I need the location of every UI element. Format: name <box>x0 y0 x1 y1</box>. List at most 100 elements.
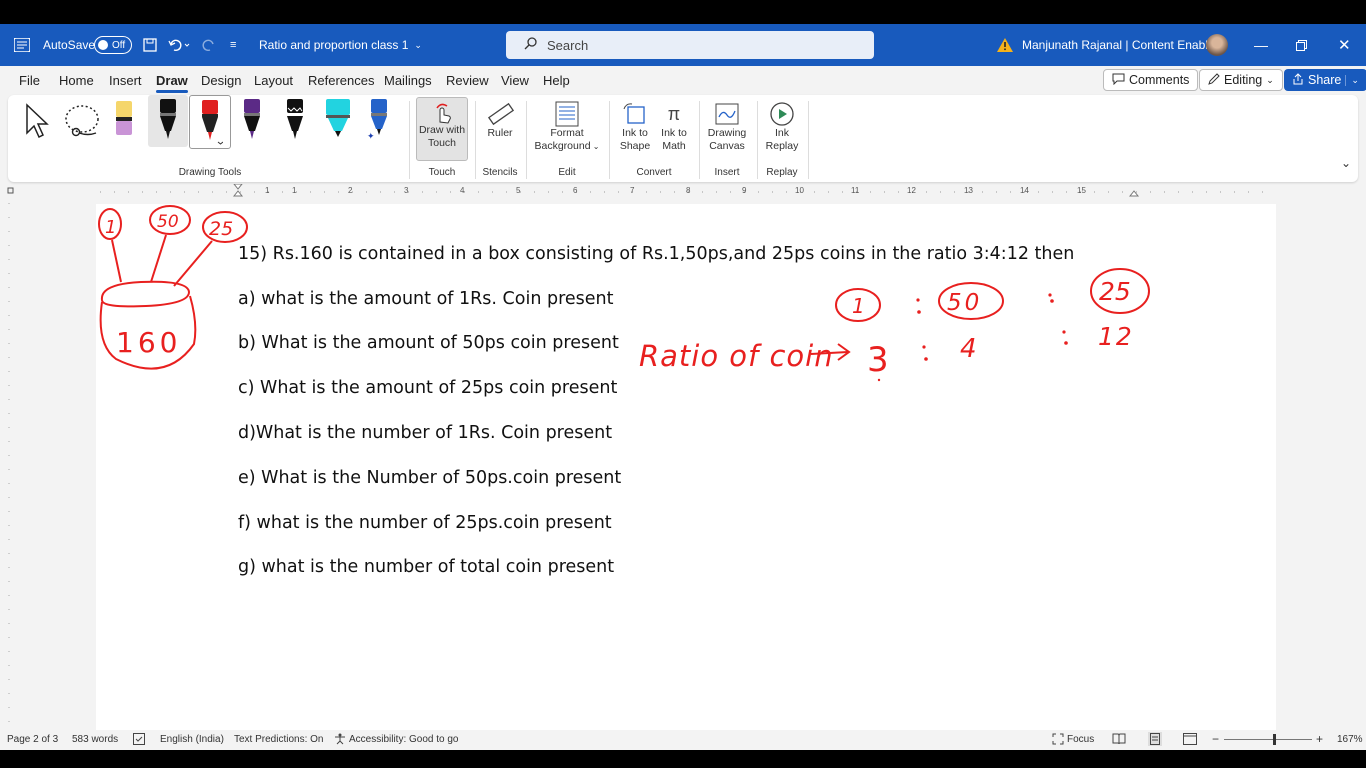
svg-text:✦: ✦ <box>367 131 375 141</box>
tab-references[interactable]: References <box>308 73 374 88</box>
ruler-button[interactable]: Ruler <box>480 101 520 140</box>
tab-draw[interactable]: Draw <box>156 73 188 93</box>
tab-mailings[interactable]: Mailings <box>384 73 432 88</box>
question-line[interactable]: f) what is the number of 25ps.coin prese… <box>238 513 612 533</box>
ruler-icon <box>480 101 520 127</box>
minimize-icon[interactable]: — <box>1254 24 1268 66</box>
text-predictions[interactable]: Text Predictions: On <box>234 734 323 745</box>
highlighter-cyan-icon[interactable] <box>324 99 352 141</box>
question-line[interactable]: g) what is the number of total coin pres… <box>238 557 614 577</box>
group-label-touch: Touch <box>428 167 456 178</box>
word-app-icon[interactable] <box>14 24 30 66</box>
highlighter-yellow-icon[interactable] <box>112 99 136 141</box>
format-background-icon <box>532 101 602 127</box>
customize-quick-access-icon[interactable]: ≡ <box>230 24 236 66</box>
document-page[interactable]: 15) Rs.160 is contained in a box consist… <box>96 204 1276 750</box>
autosave-toggle[interactable]: Off <box>94 24 132 66</box>
collapse-ribbon-icon[interactable]: ⌄ <box>1341 157 1351 170</box>
group-label-edit: Edit <box>558 167 576 178</box>
document-title[interactable]: Ratio and proportion class 1 ⌄ <box>259 24 422 66</box>
ink-to-math-label-1: Ink to <box>661 127 687 139</box>
comments-button[interactable]: Comments <box>1103 69 1199 91</box>
language[interactable]: English (India) <box>160 734 224 745</box>
web-layout-icon[interactable] <box>1183 733 1197 745</box>
ruler-number: 11 <box>851 186 860 195</box>
ink-annotations[interactable]: 1 50 25 160 1 50 25 Ratio of coin 3 4 12 <box>96 204 1276 404</box>
format-background-button[interactable]: Format Background ⌄ <box>532 101 602 153</box>
tab-review[interactable]: Review <box>446 73 489 88</box>
ruler-number: 14 <box>1020 186 1029 195</box>
ink-coin-label: 50 <box>157 212 179 232</box>
ink-to-shape-button[interactable]: Ink to Shape <box>615 101 655 153</box>
drawing-canvas-button[interactable]: Drawing Canvas <box>704 101 750 153</box>
ink-coin-label: 25 <box>209 218 233 240</box>
tab-design[interactable]: Design <box>201 73 241 88</box>
ribbon-separator <box>409 101 410 179</box>
pen-red-selected-icon[interactable] <box>189 95 231 149</box>
tab-help[interactable]: Help <box>543 73 570 88</box>
ruler-number: 2 <box>348 186 353 195</box>
format-background-label-2: Background <box>534 140 591 152</box>
ink-to-shape-label-2: Shape <box>619 140 651 152</box>
page-count[interactable]: Page 2 of 3 <box>7 734 58 745</box>
editing-mode-button[interactable]: Editing ⌄ <box>1199 69 1283 91</box>
word-window: AutoSave Off ≡ Ratio and proportion clas… <box>0 24 1366 750</box>
focus-icon[interactable] <box>1052 733 1064 745</box>
zoom-slider-thumb[interactable] <box>1273 734 1276 745</box>
share-icon <box>1292 72 1304 88</box>
ink-ratio-label: Ratio of coin <box>639 339 834 373</box>
zoom-out-button[interactable]: − <box>1212 732 1219 746</box>
comments-label: Comments <box>1129 73 1190 87</box>
zoom-slider[interactable] <box>1224 739 1312 740</box>
group-label-drawing-tools: Drawing Tools <box>178 167 242 178</box>
tab-layout[interactable]: Layout <box>254 73 293 88</box>
word-count[interactable]: 583 words <box>72 734 118 745</box>
zoom-in-button[interactable]: + <box>1316 732 1323 746</box>
chevron-down-icon: ⌄ <box>590 142 600 151</box>
undo-icon[interactable] <box>168 24 190 66</box>
ink-replay-button[interactable]: Ink Replay <box>762 101 802 153</box>
ruler-number: 9 <box>742 186 747 195</box>
save-icon[interactable] <box>143 24 157 66</box>
read-mode-icon[interactable] <box>1112 733 1126 745</box>
pen-black-1-icon[interactable] <box>148 95 188 147</box>
ruler-number: 15 <box>1077 186 1086 195</box>
share-button[interactable]: Share ⌄ <box>1284 69 1366 91</box>
question-line[interactable]: d)What is the number of 1Rs. Coin presen… <box>238 423 612 443</box>
redo-icon[interactable] <box>202 24 216 66</box>
draw-with-touch-label-2: Touch <box>427 137 457 149</box>
draw-with-touch-button[interactable]: Draw with Touch <box>416 97 468 161</box>
tab-insert[interactable]: Insert <box>109 73 142 88</box>
restore-icon[interactable] <box>1296 24 1307 66</box>
pen-black-2-icon[interactable] <box>284 99 306 141</box>
lasso-select-icon[interactable] <box>62 103 102 139</box>
accessibility-icon[interactable] <box>334 733 346 745</box>
tab-file[interactable]: File <box>19 73 40 88</box>
ink-to-math-button[interactable]: π Ink to Math <box>655 101 693 153</box>
pi-math-icon: π <box>667 104 681 124</box>
proofing-icon[interactable] <box>133 733 145 745</box>
user-name[interactable]: Manjunath Rajanal | Content Enablers <box>1022 24 1225 66</box>
question-line[interactable]: e) What is the Number of 50ps.coin prese… <box>238 468 621 488</box>
ruler-number: 4 <box>460 186 465 195</box>
select-tool-icon[interactable] <box>22 103 52 139</box>
close-icon[interactable]: ✕ <box>1338 24 1351 66</box>
user-avatar[interactable] <box>1206 24 1228 66</box>
print-layout-icon[interactable] <box>1148 732 1162 746</box>
zoom-level[interactable]: 167% <box>1337 734 1363 745</box>
tab-home[interactable]: Home <box>59 73 94 88</box>
tab-view[interactable]: View <box>501 73 529 88</box>
drawing-canvas-label-1: Drawing <box>707 127 747 139</box>
search-icon <box>524 37 537 53</box>
warning-icon[interactable] <box>997 24 1013 66</box>
pen-galaxy-blue-icon[interactable]: ✦ <box>367 99 391 141</box>
search-box[interactable]: Search <box>506 31 874 59</box>
focus-mode[interactable]: Focus <box>1067 734 1094 745</box>
ruler-number: 3 <box>404 186 409 195</box>
accessibility-status[interactable]: Accessibility: Good to go <box>349 734 459 745</box>
horizontal-ruler: 1 1 2 3 4 5 6 7 8 9 10 11 12 13 14 15 <box>0 183 1366 200</box>
pen-purple-icon[interactable] <box>241 99 263 141</box>
ink-ratio-value: 3 <box>867 340 889 380</box>
autosave-state: Off <box>112 39 126 51</box>
vertical-ruler <box>2 203 16 733</box>
